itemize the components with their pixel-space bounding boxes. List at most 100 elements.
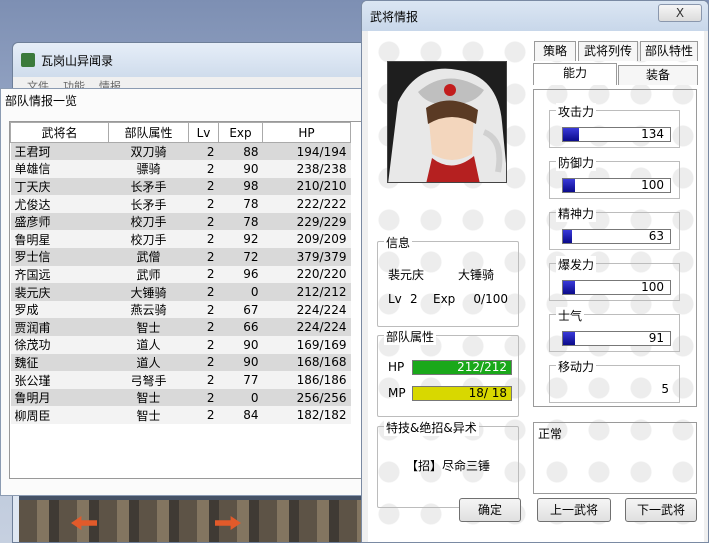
unit-type-cell: 道人: [108, 353, 189, 372]
dialog-title: 武将情报: [370, 9, 419, 24]
morale-value: 91: [648, 331, 664, 345]
tab-equipment[interactable]: 装备: [618, 65, 698, 85]
unit-hp-cell: 224/224: [262, 300, 351, 319]
unit-hp-cell: 256/256: [262, 388, 351, 407]
ability-panel: 攻击力 134 防御力 100 精神力 63 爆发力 100 士气 91 移动力…: [533, 89, 697, 407]
unit-lv-cell: 2: [188, 388, 219, 407]
unit-name-cell: 单雄信: [10, 160, 109, 178]
mp-bar: 18/ 18: [412, 386, 512, 401]
table-row[interactable]: 柳周臣 智士 2 84 182/182: [10, 406, 351, 424]
general-info-dialog: 武将情报 X 信息 裴元庆 大锤骑 Lv 2 Exp 0/100 部队属性 HP…: [361, 0, 709, 543]
general-name: 裴元庆: [388, 268, 425, 282]
unit-hp-cell: 229/229: [262, 212, 351, 231]
lv-value: 2: [410, 292, 418, 306]
col-header-hp[interactable]: HP: [262, 122, 351, 143]
unit-exp-cell: 72: [218, 248, 263, 266]
table-row[interactable]: 鲁明月 智士 2 0 256/256: [10, 388, 351, 407]
skill-value: 【招】尽命三锤: [405, 459, 490, 473]
attack-field: 攻击力 134: [549, 103, 680, 148]
attack-meter-fill: [563, 128, 580, 141]
col-header-lv[interactable]: Lv: [188, 122, 219, 143]
morale-field: 士气 91: [549, 307, 680, 352]
close-button[interactable]: X: [658, 4, 702, 22]
burst-meter-fill: [563, 281, 575, 294]
tab-strategy[interactable]: 策略: [534, 41, 576, 61]
unit-list-title: 部队情报一览: [1, 89, 367, 113]
unit-exp-cell: 78: [218, 212, 263, 231]
mp-label: MP: [388, 386, 406, 400]
table-row[interactable]: 盛彦师 校刀手 2 78 229/229: [10, 212, 351, 231]
unit-name-cell: 徐茂功: [10, 336, 109, 354]
next-general-button[interactable]: 下一武将: [625, 498, 697, 522]
movement-value: 5: [661, 382, 669, 396]
unit-exp-cell: 90: [218, 160, 263, 178]
unit-exp-cell: 0: [218, 283, 263, 301]
unit-hp-cell: 210/210: [262, 177, 351, 196]
exp-value: 0/100: [473, 292, 508, 306]
table-row[interactable]: 尤俊达 长矛手 2 78 222/222: [10, 195, 351, 213]
table-row[interactable]: 裴元庆 大锤骑 2 0 212/212: [10, 283, 351, 301]
tab-biography[interactable]: 武将列传: [578, 41, 638, 61]
unit-attribute-group: 部队属性 HP 212/212 MP 18/ 18: [377, 328, 519, 417]
burst-meter: 100: [562, 280, 671, 295]
tab-unit-traits[interactable]: 部队特性: [640, 41, 698, 61]
table-row[interactable]: 张公瑾 弓弩手 2 77 186/186: [10, 371, 351, 389]
prev-general-button[interactable]: 上一武将: [537, 498, 611, 522]
unit-name-cell: 罗成: [10, 300, 109, 319]
unit-arrow-icon: [71, 516, 97, 530]
exp-label: Exp: [433, 292, 456, 306]
spirit-value: 63: [648, 229, 664, 243]
unit-arrow-icon: [215, 516, 241, 530]
ok-button[interactable]: 确定: [459, 498, 521, 522]
table-row[interactable]: 贾润甫 智士 2 66 224/224: [10, 318, 351, 337]
unit-list-table-container[interactable]: 武将名 部队属性 Lv Exp HP 王君珂 双刀骑 2 88 194/194 单雄信 骠骑…: [9, 121, 365, 479]
table-row[interactable]: 罗士信 武僧 2 72 379/379: [10, 248, 351, 266]
unit-exp-cell: 84: [218, 406, 263, 424]
unit-attribute-legend: 部队属性: [384, 328, 437, 345]
unit-hp-cell: 194/194: [262, 142, 351, 161]
unit-name-cell: 张公瑾: [10, 371, 109, 389]
table-row[interactable]: 王君珂 双刀骑 2 88 194/194: [10, 142, 351, 161]
unit-exp-cell: 66: [218, 318, 263, 337]
unit-hp-cell: 220/220: [262, 265, 351, 284]
table-row[interactable]: 魏征 道人 2 90 168/168: [10, 353, 351, 372]
skills-group: 特技&绝招&异术 【招】尽命三锤: [377, 419, 519, 508]
unit-hp-cell: 169/169: [262, 336, 351, 354]
unit-exp-cell: 90: [218, 336, 263, 354]
general-unit-type: 大锤骑: [458, 268, 495, 282]
spirit-label: 精神力: [556, 205, 597, 222]
status-box: 正常: [533, 422, 697, 494]
col-header-exp[interactable]: Exp: [218, 122, 263, 143]
tab-ability[interactable]: 能力: [533, 63, 617, 85]
dialog-body: 信息 裴元庆 大锤骑 Lv 2 Exp 0/100 部队属性 HP 212/21…: [368, 31, 704, 542]
table-row[interactable]: 齐国远 武师 2 96 220/220: [10, 265, 351, 284]
dialog-titlebar: 武将情报: [362, 1, 708, 31]
unit-hp-cell: 168/168: [262, 353, 351, 372]
unit-hp-cell: 209/209: [262, 230, 351, 249]
col-header-type[interactable]: 部队属性: [108, 122, 189, 143]
unit-type-cell: 校刀手: [108, 212, 189, 231]
burst-value: 100: [641, 280, 664, 294]
unit-hp-cell: 222/222: [262, 195, 351, 213]
unit-hp-cell: 379/379: [262, 248, 351, 266]
table-row[interactable]: 鲁明星 校刀手 2 92 209/209: [10, 230, 351, 249]
table-row[interactable]: 罗成 燕云骑 2 67 224/224: [10, 300, 351, 319]
table-row[interactable]: 徐茂功 道人 2 90 169/169: [10, 336, 351, 354]
unit-lv-cell: 2: [188, 195, 219, 213]
table-row[interactable]: 丁天庆 长矛手 2 98 210/210: [10, 177, 351, 196]
col-header-name[interactable]: 武将名: [10, 122, 109, 143]
spirit-meter: 63: [562, 229, 671, 244]
battle-map-strip: [19, 500, 367, 542]
unit-hp-cell: 186/186: [262, 371, 351, 389]
movement-label: 移动力: [556, 358, 597, 375]
status-text: 正常: [538, 427, 563, 441]
unit-type-cell: 智士: [108, 388, 189, 407]
unit-name-cell: 裴元庆: [10, 283, 109, 301]
unit-lv-cell: 2: [188, 160, 219, 178]
table-row[interactable]: 单雄信 骠骑 2 90 238/238: [10, 160, 351, 178]
morale-label: 士气: [556, 307, 585, 324]
unit-type-cell: 武僧: [108, 248, 189, 266]
unit-name-cell: 罗士信: [10, 248, 109, 266]
unit-exp-cell: 90: [218, 353, 263, 372]
unit-hp-cell: 212/212: [262, 283, 351, 301]
